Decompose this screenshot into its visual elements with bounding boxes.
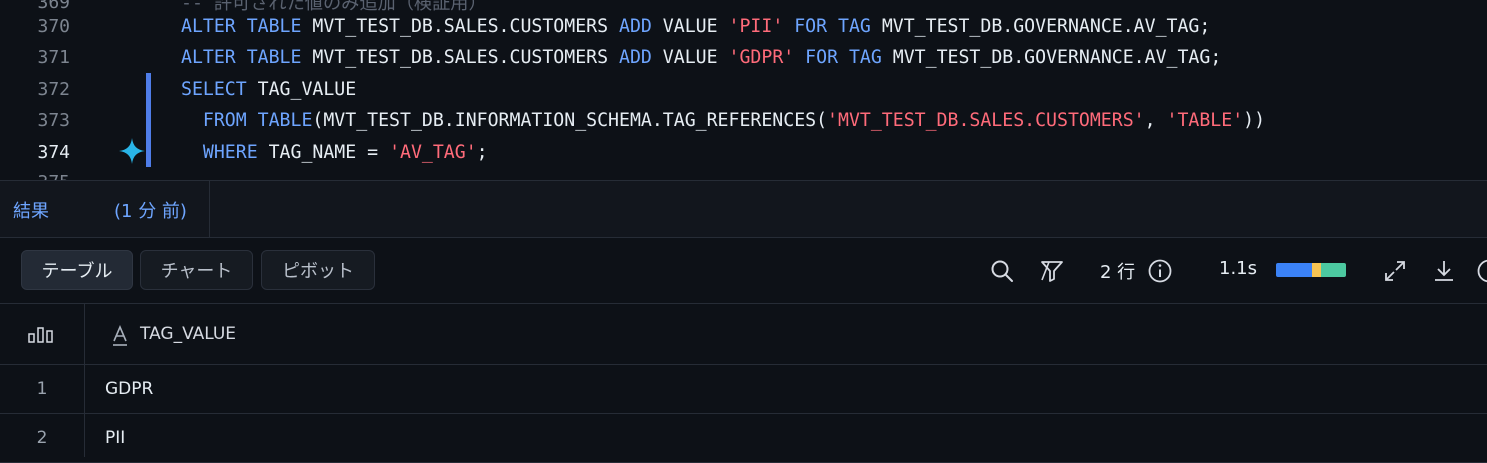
view-chart-button[interactable]: チャート <box>140 250 253 290</box>
line-number: 371 <box>0 47 70 68</box>
results-tabbar: 結果 (1 分 前) <box>0 180 1487 238</box>
sql-token: MVT_TEST_DB.GOVERNANCE.AV_TAG; <box>882 47 1221 68</box>
sql-token: )) <box>1243 110 1265 131</box>
row-number: 2 <box>0 428 84 448</box>
sql-token: ; <box>477 142 488 163</box>
sql-keyword: ALTER TABLE <box>181 16 301 37</box>
sql-token: , <box>1145 110 1167 131</box>
sql-token <box>181 142 203 163</box>
filter-icon[interactable] <box>1039 258 1065 284</box>
sql-keyword: FROM TABLE <box>203 110 313 131</box>
sql-token: MVT_TEST_DB.SALES.CUSTOMERS <box>301 47 619 68</box>
timing-segment-compile <box>1276 263 1312 277</box>
sql-token <box>794 47 805 68</box>
sql-string: 'PII' <box>729 16 784 37</box>
sql-keyword: WHERE <box>203 142 258 163</box>
sql-token: MVT_TEST_DB.SALES.CUSTOMERS <box>301 16 619 37</box>
sql-keyword: FOR TAG <box>794 16 871 37</box>
sql-token: (MVT_TEST_DB.INFORMATION_SCHEMA.TAG_REFE… <box>312 110 827 131</box>
line-number: 375 <box>0 172 70 181</box>
sql-keyword: ALTER TABLE <box>181 47 301 68</box>
tab-results[interactable]: 結果 (1 分 前) <box>0 181 210 238</box>
sql-string: 'MVT_TEST_DB.SALES.CUSTOMERS' <box>827 110 1145 131</box>
code-text: ALTER TABLE MVT_TEST_DB.SALES.CUSTOMERS … <box>181 47 1221 68</box>
code-text: FROM TABLE(MVT_TEST_DB.INFORMATION_SCHEM… <box>181 110 1265 131</box>
sql-keyword: ADD <box>619 16 652 37</box>
timing-segment-execute <box>1321 263 1346 277</box>
timing-segment-queue <box>1312 263 1321 277</box>
line-number: 370 <box>0 16 70 37</box>
sql-keyword: SELECT <box>181 79 247 100</box>
view-pivot-button[interactable]: ピボット <box>261 250 375 290</box>
sql-token <box>783 16 794 37</box>
column-divider <box>84 304 85 457</box>
download-icon[interactable] <box>1431 258 1457 284</box>
row-count: 2 行 <box>1100 258 1135 284</box>
table-row[interactable]: 2 PII <box>0 414 1487 463</box>
sql-string: 'TABLE' <box>1167 110 1244 131</box>
sql-token: MVT_TEST_DB.GOVERNANCE.AV_TAG; <box>871 16 1210 37</box>
results-time-ago: (1 分 前) <box>114 197 187 223</box>
sql-token: VALUE <box>652 47 729 68</box>
sql-string: 'AV_TAG' <box>389 142 477 163</box>
code-line[interactable]: 372 SELECT TAG_VALUE <box>0 73 1487 105</box>
sql-editor[interactable]: 369 -- 許可された値のみ追加（検証用） 370 ALTER TABLE M… <box>0 0 1487 180</box>
sql-keyword: ADD <box>619 47 652 68</box>
more-icon[interactable] <box>1476 258 1487 284</box>
code-text: SELECT TAG_VALUE <box>181 79 356 100</box>
sql-keyword: FOR TAG <box>805 47 882 68</box>
search-icon[interactable] <box>989 258 1015 284</box>
code-text: ALTER TABLE MVT_TEST_DB.SALES.CUSTOMERS … <box>181 16 1210 37</box>
code-text: WHERE TAG_NAME = 'AV_TAG'; <box>181 142 488 163</box>
ai-sparkle-icon[interactable] <box>118 137 146 165</box>
code-line[interactable]: 375 <box>0 166 1487 180</box>
timing-breakdown-bar[interactable] <box>1276 263 1346 277</box>
table-row[interactable]: 1 GDPR <box>0 365 1487 414</box>
text-type-icon <box>112 325 128 347</box>
code-line[interactable]: 373 FROM TABLE(MVT_TEST_DB.INFORMATION_S… <box>0 104 1487 136</box>
sql-string: 'GDPR' <box>729 47 795 68</box>
view-table-button[interactable]: テーブル <box>21 250 133 290</box>
sql-token <box>181 110 203 131</box>
column-stats-icon[interactable] <box>28 324 54 344</box>
sql-token: TAG_NAME = <box>258 142 389 163</box>
expand-icon[interactable] <box>1382 258 1408 284</box>
results-tab-label: 結果 <box>13 197 49 223</box>
results-toolbar: テーブル チャート ピボット 2 行 1.1s <box>0 238 1487 304</box>
row-number: 1 <box>0 379 84 399</box>
info-icon[interactable] <box>1147 258 1173 284</box>
code-line[interactable]: 370 ALTER TABLE MVT_TEST_DB.SALES.CUSTOM… <box>0 10 1487 42</box>
line-number: 373 <box>0 110 70 131</box>
results-grid: TAG_VALUE 1 GDPR 2 PII <box>0 304 1487 457</box>
line-number: 374 <box>0 142 70 163</box>
code-line-active[interactable]: 374 WHERE TAG_NAME = 'AV_TAG'; <box>0 136 1487 168</box>
code-line[interactable]: 371 ALTER TABLE MVT_TEST_DB.SALES.CUSTOM… <box>0 41 1487 73</box>
grid-header: TAG_VALUE <box>0 304 1487 365</box>
table-cell[interactable]: PII <box>105 428 125 448</box>
sql-token: VALUE <box>652 16 729 37</box>
change-indicator <box>146 73 151 167</box>
query-duration: 1.1s <box>1219 258 1257 279</box>
line-number: 372 <box>0 79 70 100</box>
sql-token: TAG_VALUE <box>247 79 357 100</box>
table-cell[interactable]: GDPR <box>105 379 153 399</box>
column-header-tag-value[interactable]: TAG_VALUE <box>140 324 236 344</box>
